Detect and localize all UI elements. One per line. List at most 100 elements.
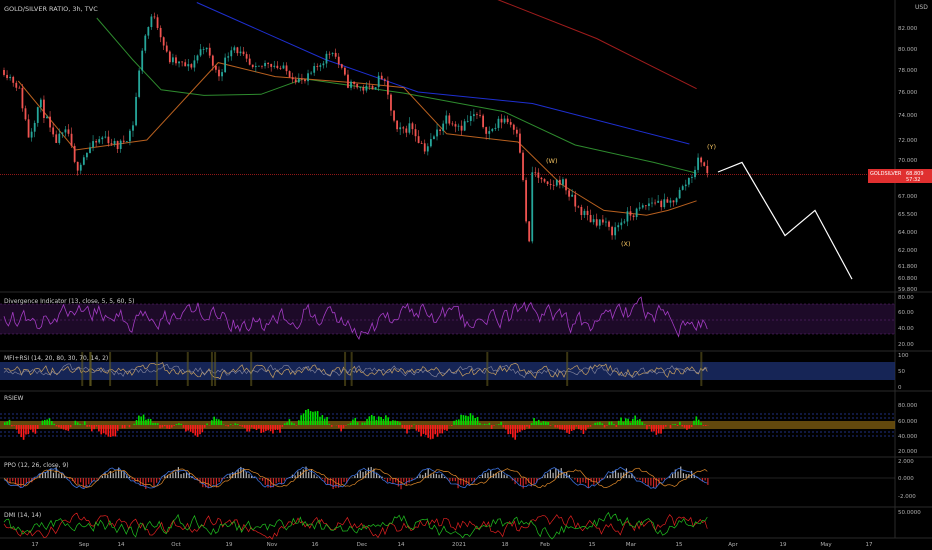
- candle-body: [562, 179, 564, 185]
- rsiew-bar: [584, 425, 587, 431]
- rsiew-bar: [352, 419, 354, 425]
- candle-body: [343, 67, 346, 75]
- candle-body: [147, 27, 150, 36]
- price-pane[interactable]: [0, 0, 895, 280]
- rsiew-bar: [312, 411, 314, 425]
- rsiew-bar: [225, 425, 227, 426]
- ppo-bar: [259, 478, 261, 480]
- ppo-bar: [69, 478, 71, 480]
- mfi-title[interactable]: MFI+RSI (14, 20, 80, 30, 70, 14, 2): [4, 355, 108, 362]
- rsiew-bar: [377, 416, 380, 425]
- candle-body: [660, 200, 663, 208]
- rsiew-bar: [253, 425, 255, 429]
- ppo-bar: [207, 478, 209, 489]
- candle-body: [132, 125, 134, 131]
- candle-body: [288, 71, 291, 78]
- indicator-tick-label: 20.00: [898, 342, 914, 348]
- rsiew-bar: [533, 418, 535, 425]
- candle-body: [82, 157, 85, 165]
- rsiew-bar: [568, 425, 571, 434]
- ppo-bar: [177, 467, 179, 478]
- ppo-bar: [384, 478, 386, 480]
- rsiew-bar: [147, 418, 150, 425]
- ppo-bar: [359, 470, 361, 478]
- symbol-title[interactable]: GOLD/SILVER RATIO, 3h, TVC: [4, 5, 98, 13]
- rsiew-bar: [537, 419, 540, 425]
- time-axis[interactable]: 17 Sep 14 Oct 19 Nov 16 Dec 14 2021 18 Feb 15 Mar 15 Ap…: [32, 542, 873, 548]
- ppo-bar: [88, 478, 90, 485]
- candle-body: [202, 49, 205, 51]
- indicator-tick-label: 50: [898, 369, 905, 375]
- rsiew-bar: [580, 425, 582, 431]
- candle-body: [595, 219, 598, 226]
- indicator-tick-label: 20.000: [898, 449, 918, 455]
- mfi-marker: [486, 352, 489, 386]
- candle-body: [144, 35, 147, 51]
- candle-body: [125, 141, 128, 143]
- rsiew-bar: [283, 423, 286, 425]
- price-axis[interactable]: 82.00080.00078.00076.00074.00072.00070.0…: [898, 26, 921, 516]
- candle-body: [310, 72, 313, 74]
- ppo-bar: [555, 468, 557, 478]
- rsiew-bar: [36, 425, 39, 429]
- ppo-bar: [560, 468, 562, 478]
- ppo-bar: [400, 478, 402, 490]
- indicator-tick-label: 0: [898, 385, 902, 391]
- rsiew-bar: [192, 425, 194, 434]
- price-tag-time: 57:32: [906, 177, 920, 183]
- rsiew-bar: [248, 425, 251, 432]
- rsiew-bar: [323, 418, 326, 425]
- candle-body: [162, 37, 165, 46]
- candle-body: [491, 128, 494, 132]
- rsiew-bar: [281, 425, 284, 427]
- rsiew-bar: [500, 421, 502, 425]
- rsiew-bar: [48, 418, 51, 425]
- time-tick-label: 16: [312, 542, 319, 548]
- ppo-bar: [579, 478, 581, 484]
- ppo-bar: [310, 469, 313, 478]
- candle-body: [623, 221, 626, 223]
- candle-body: [138, 70, 141, 97]
- candle-body: [614, 227, 617, 236]
- div-title[interactable]: Divergence Indicator (13, close, 5, 5, 6…: [4, 298, 134, 305]
- rsiew-bar: [627, 418, 629, 425]
- rsiew-bar: [410, 425, 413, 427]
- rsiew-bar: [570, 425, 573, 431]
- mfi-marker: [210, 352, 213, 386]
- candle-body: [620, 222, 623, 226]
- candle-body: [218, 69, 220, 77]
- candle-body: [684, 184, 687, 187]
- rsiew-bar: [676, 425, 679, 426]
- rsiew-bar: [67, 425, 70, 431]
- rsiew-bar: [185, 425, 187, 432]
- rsiew-bar: [674, 424, 676, 425]
- ppo-bar: [302, 469, 304, 478]
- ppo-bar: [80, 478, 82, 483]
- candle-body: [239, 51, 242, 54]
- rsiew-title[interactable]: RSIEW: [4, 395, 24, 402]
- rsiew-bar: [493, 425, 495, 426]
- rsiew-bar: [521, 425, 524, 431]
- rsiew-bar: [309, 411, 312, 425]
- rsiew-bar: [704, 425, 707, 426]
- rsiew-bar: [93, 425, 95, 430]
- candle-body: [273, 65, 276, 67]
- candle-body: [156, 17, 159, 28]
- candle-body: [390, 94, 392, 111]
- candle-body: [697, 157, 699, 170]
- candle-body: [534, 172, 537, 174]
- ppo-bar: [585, 478, 587, 484]
- rsiew-bar: [258, 425, 260, 429]
- ppo-bar: [443, 476, 446, 478]
- candle-body: [208, 47, 211, 56]
- rsiew-bar: [425, 425, 427, 435]
- candle-body: [270, 63, 273, 67]
- rsiew-bar: [140, 416, 143, 425]
- rsiew-bar: [133, 423, 135, 425]
- ppo-bar: [574, 478, 576, 480]
- dmi-title[interactable]: DMI (14, 14): [4, 512, 41, 519]
- candle-body: [586, 210, 589, 216]
- ppo-title[interactable]: PPO (12, 26, close, 9): [4, 462, 69, 469]
- chart-canvas[interactable]: 82.00080.00078.00076.00074.00072.00070.0…: [0, 0, 932, 550]
- moving-average-red: [497, 0, 697, 90]
